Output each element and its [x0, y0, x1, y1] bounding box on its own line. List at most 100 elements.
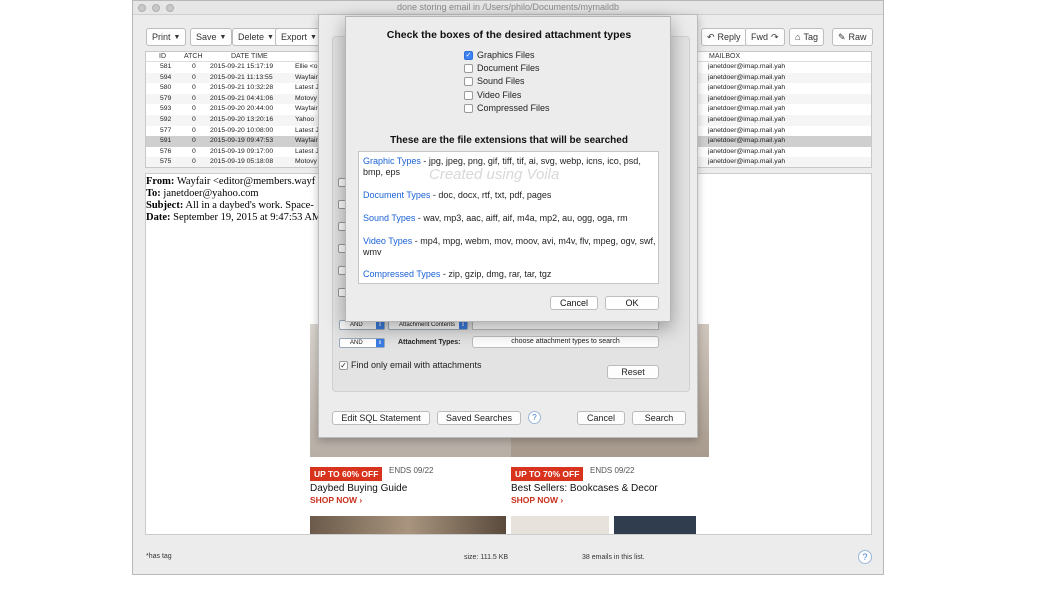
- row-from: Motovy: [295, 158, 317, 166]
- checkbox[interactable]: [464, 76, 473, 86]
- find-only-attachments[interactable]: ✓ Find only email with attachments: [339, 360, 482, 370]
- row-from: Wayfair: [295, 73, 318, 81]
- chevron-down-icon: ▼: [219, 33, 227, 41]
- row-id: 579: [160, 94, 172, 102]
- edit-sql-button[interactable]: Edit SQL Statement: [332, 411, 430, 425]
- dialog-cancel-button[interactable]: Cancel: [550, 296, 598, 310]
- row-id: 593: [160, 105, 172, 113]
- compressed-types-line: Compressed Types - zip, gzip, dmg, rar, …: [363, 269, 552, 279]
- extensions-title: These are the file extensions that will …: [390, 135, 628, 146]
- row-from: Wayfair: [295, 137, 318, 145]
- tag-note: *has tag: [146, 553, 172, 560]
- to-line: To: janetdoer@yahoo.com: [146, 188, 259, 199]
- sound-files-option[interactable]: Sound Files: [464, 75, 525, 87]
- from-line: From: Wayfair <editor@members.wayf: [146, 176, 316, 187]
- reset-button[interactable]: Reset: [607, 365, 659, 379]
- row-date: 2015-09-20 20:44:00: [210, 105, 274, 113]
- forward-icon: ↷: [771, 31, 779, 42]
- checkbox[interactable]: [464, 63, 473, 73]
- reply-button[interactable]: ↶ Reply: [701, 28, 747, 46]
- search-cancel-button[interactable]: Cancel: [577, 411, 625, 425]
- column-id[interactable]: ID: [159, 53, 166, 60]
- row-mailbox: janetdoer@imap.mail.yah: [708, 126, 786, 134]
- row-id: 594: [160, 73, 172, 81]
- column-date[interactable]: DATE TIME: [231, 53, 268, 60]
- row-atch: 0: [192, 126, 196, 134]
- row-id: 576: [160, 147, 172, 155]
- shop-now-link[interactable]: SHOP NOW ›: [511, 495, 563, 505]
- forward-button[interactable]: Fwd ↷: [745, 28, 785, 46]
- checkbox[interactable]: [464, 103, 473, 113]
- row-from: Motovy: [295, 94, 317, 102]
- title-bar: done storing email in /Users/philo/Docum…: [133, 1, 883, 15]
- row-from: Latest J: [295, 84, 319, 92]
- tag-button[interactable]: ⌂ Tag: [789, 28, 824, 46]
- updown-arrows-icon: ⇕: [376, 321, 384, 329]
- row-atch: 0: [192, 116, 196, 123]
- row-date: 2015-09-20 10:08:00: [210, 126, 274, 134]
- graphics-files-option[interactable]: ✓ Graphics Files: [464, 49, 535, 61]
- promo-title[interactable]: Best Sellers: Bookcases & Decor: [511, 483, 658, 494]
- search-help-button[interactable]: ?: [528, 411, 541, 424]
- email-count: 38 emails in this list.: [582, 554, 645, 561]
- row-id: 592: [160, 116, 172, 123]
- document-files-option[interactable]: Document Files: [464, 62, 540, 74]
- checkbox[interactable]: [464, 90, 473, 100]
- row-atch: 0: [192, 147, 196, 155]
- column-atch[interactable]: ATCH: [184, 53, 203, 60]
- row-date: 2015-09-21 15:17:19: [210, 63, 274, 70]
- chevron-down-icon: ▼: [267, 33, 274, 41]
- save-button[interactable]: Save ▼: [190, 28, 233, 46]
- column-mailbox[interactable]: MAILBOX: [709, 53, 740, 60]
- attachment-types-dialog: Check the boxes of the desired attachmen…: [345, 16, 671, 322]
- shop-now-link[interactable]: SHOP NOW ›: [310, 495, 362, 505]
- graphic-types-line: Graphic Types - jpg, jpeg, png, gif, tif…: [363, 156, 641, 177]
- delete-button[interactable]: Delete ▼: [232, 28, 280, 46]
- attachment-types-label: Attachment Types:: [398, 339, 461, 346]
- raw-button[interactable]: ✎ Raw: [832, 28, 873, 46]
- row-date: 2015-09-21 11:13:55: [210, 73, 273, 81]
- saved-searches-button[interactable]: Saved Searches: [437, 411, 521, 425]
- promo-image-dark: [614, 516, 696, 534]
- date-line: Date: September 19, 2015 at 9:47:53 AM: [146, 212, 322, 223]
- row-id: 591: [160, 137, 172, 145]
- promo-title[interactable]: Daybed Buying Guide: [310, 483, 407, 494]
- raw-icon: ✎: [838, 31, 846, 42]
- row-from: Latest J: [295, 126, 319, 134]
- updown-arrows-icon: ⇕: [459, 321, 467, 329]
- help-button[interactable]: ?: [858, 550, 872, 564]
- chevron-down-icon: ▼: [173, 33, 181, 41]
- and-popup[interactable]: AND ⇕: [339, 338, 385, 348]
- video-types-line: Video Types - mp4, mpg, webm, mov, moov,…: [363, 236, 656, 257]
- row-date: 2015-09-19 05:18:08: [210, 158, 274, 166]
- row-from: Latest J: [295, 147, 319, 155]
- promo-ends: ENDS 09/22: [389, 466, 434, 475]
- dialog-ok-button[interactable]: OK: [605, 296, 659, 310]
- row-mailbox: janetdoer@imap.mail.yah: [708, 158, 786, 166]
- promo-badge: UP TO 60% OFF: [310, 464, 383, 482]
- row-id: 580: [160, 84, 172, 92]
- row-atch: 0: [192, 94, 196, 102]
- print-button[interactable]: Print ▼: [146, 28, 187, 46]
- row-mailbox: janetdoer@imap.mail.yah: [708, 63, 786, 70]
- row-date: 2015-09-21 10:32:28: [210, 84, 274, 92]
- reply-icon: ↶: [707, 31, 715, 42]
- row-mailbox: janetdoer@imap.mail.yah: [708, 105, 786, 113]
- window-title: done storing email in /Users/philo/Docum…: [396, 2, 620, 12]
- tag-icon: ⌂: [795, 32, 801, 42]
- choose-attachment-types-button[interactable]: choose attachment types to search: [472, 336, 659, 348]
- row-atch: 0: [192, 84, 196, 92]
- search-button[interactable]: Search: [632, 411, 686, 425]
- row-atch: 0: [192, 158, 196, 166]
- row-atch: 0: [192, 63, 196, 70]
- promo-image-shelves: [310, 516, 506, 534]
- video-files-option[interactable]: Video Files: [464, 89, 521, 101]
- export-button[interactable]: Export ▼: [275, 28, 323, 46]
- check-icon[interactable]: ✓: [339, 360, 348, 370]
- compressed-files-option[interactable]: Compressed Files: [464, 102, 550, 114]
- row-atch: 0: [192, 137, 196, 145]
- promo-ends: ENDS 09/22: [590, 466, 635, 475]
- row-date: 2015-09-19 09:17:00: [210, 147, 274, 155]
- row-date: 2015-09-19 09:47:53: [210, 137, 274, 145]
- check-icon[interactable]: ✓: [464, 50, 473, 60]
